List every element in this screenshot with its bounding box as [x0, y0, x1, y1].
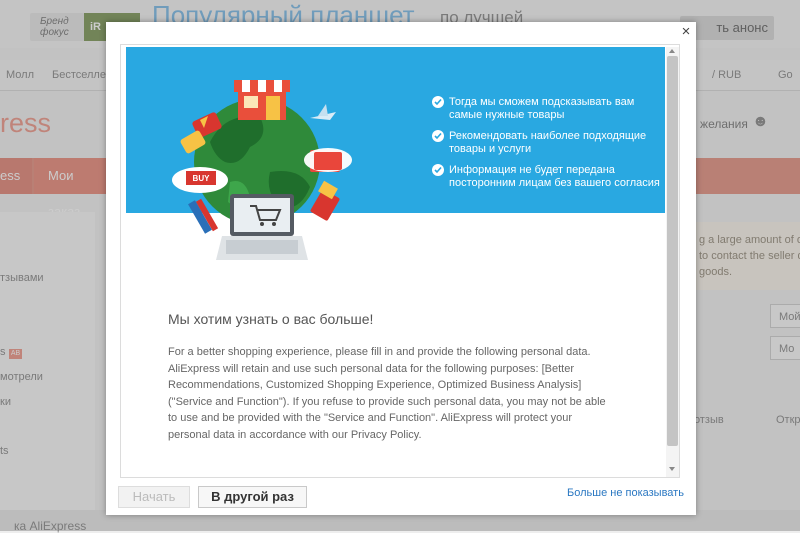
check-circle-icon: [432, 164, 444, 176]
scroll-down-arrow-icon[interactable]: [669, 467, 675, 471]
dont-show-again-link[interactable]: Больше не показывать: [567, 487, 684, 499]
scroll-up-arrow-icon[interactable]: [669, 49, 675, 53]
benefit-item: Тогда мы сможем подсказывать вам самые н…: [432, 96, 667, 122]
shopping-globe-illustration: BUY: [172, 80, 352, 260]
benefit-text: Тогда мы сможем подсказывать вам самые н…: [449, 96, 635, 121]
close-icon[interactable]: ×: [679, 24, 693, 39]
check-circle-icon: [432, 96, 444, 108]
dialog-body-text: For a better shopping experience, please…: [168, 346, 606, 441]
check-circle-icon: [432, 130, 444, 142]
benefits-list: Тогда мы сможем подсказывать вам самые н…: [432, 96, 667, 198]
dialog-title: Мы хотим узнать о вас больше!: [168, 311, 374, 327]
benefit-item: Информация не будет передана посторонним…: [432, 164, 667, 190]
benefit-text: Информация не будет передана посторонним…: [449, 164, 660, 189]
later-button[interactable]: В другой раз: [198, 486, 307, 508]
benefit-text: Рекомендовать наиболее подходящие товары…: [449, 130, 647, 155]
benefit-item: Рекомендовать наиболее подходящие товары…: [432, 130, 667, 156]
buy-label: BUY: [193, 174, 211, 183]
scroll-thumb[interactable]: [667, 56, 678, 446]
start-button[interactable]: Начать: [118, 486, 190, 508]
